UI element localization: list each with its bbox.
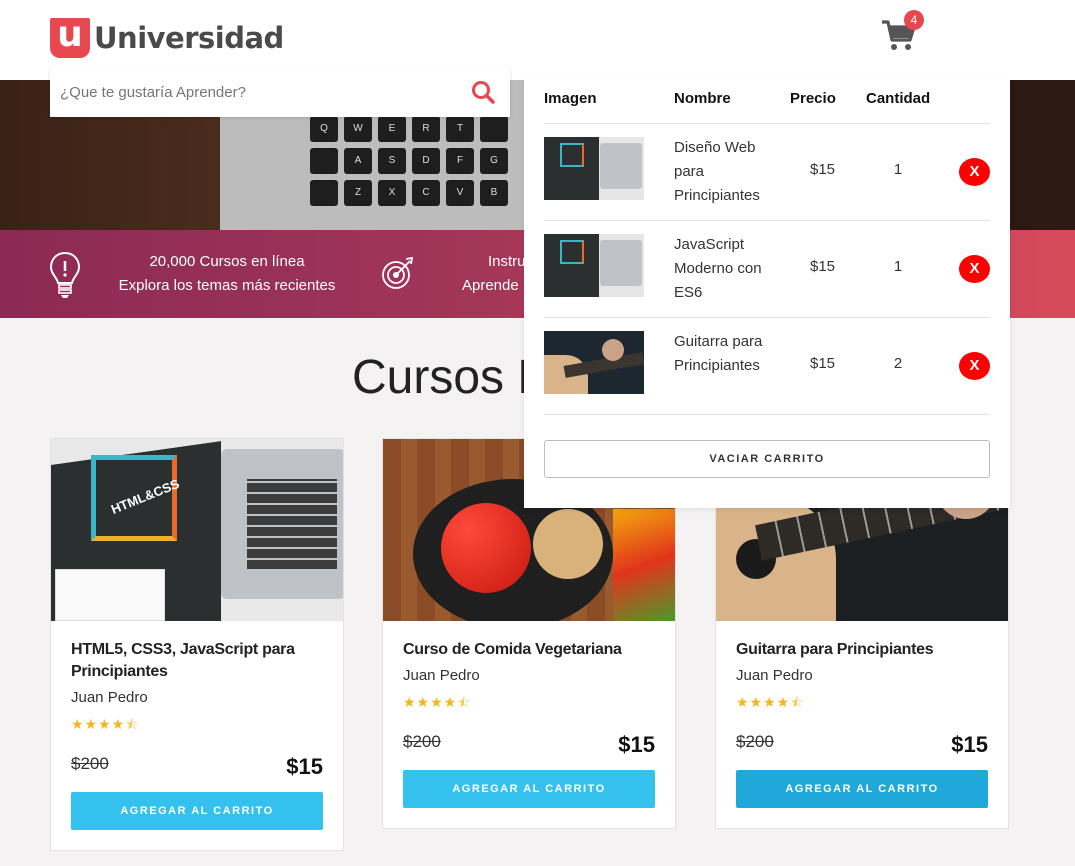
cart-table-header: Imagen Nombre Precio Cantidad (544, 80, 990, 124)
rating-stars: ★★★★⯪ (71, 716, 140, 732)
add-to-cart-button[interactable]: AGREGAR AL CARRITO (71, 792, 323, 830)
cart-item-quantity: 1 (893, 258, 903, 275)
course-image-html: HTML&CSS (51, 439, 343, 621)
search-icon[interactable] (470, 79, 496, 105)
old-price: $200 (736, 732, 774, 751)
info-instructors-title: Instru (488, 253, 526, 270)
old-price: $200 (403, 732, 441, 751)
keyboard-key: D (412, 148, 440, 174)
keyboard-key: E (378, 116, 406, 142)
header-image: Imagen (544, 90, 597, 107)
remove-item-button[interactable]: X (959, 352, 990, 380)
lightbulb-icon (49, 251, 81, 298)
cart-row: Diseño Web para Principiantes $15 1 X (544, 124, 990, 221)
info-courses: 20,000 Cursos en línea Explora los temas… (112, 250, 342, 298)
hero-edge (1010, 80, 1075, 230)
header-price: Precio (790, 90, 836, 107)
keyboard-key: R (412, 116, 440, 142)
rating-stars: ★★★★⯪ (736, 694, 805, 710)
empty-cart-button[interactable]: VACIAR CARRITO (544, 440, 990, 478)
search-input[interactable] (60, 79, 460, 105)
logo-mark: u (50, 17, 90, 58)
logo-text: Universidad (94, 21, 284, 55)
cart-count-badge: 4 (904, 10, 924, 30)
price: $15 (618, 732, 655, 757)
course-author: Juan Pedro (71, 689, 148, 706)
keyboard-key: T (446, 116, 474, 142)
course-title: Curso de Comida Vegetariana (403, 641, 622, 658)
info-instructors: Instru Aprende (462, 250, 526, 298)
keyboard-key: A (344, 148, 372, 174)
target-icon (382, 256, 414, 289)
cart-item-price: $15 (810, 161, 836, 178)
remove-item-button[interactable]: X (959, 158, 990, 186)
cart-dropdown: Imagen Nombre Precio Cantidad Diseño Web… (524, 80, 1010, 508)
old-price: $200 (71, 754, 109, 773)
course-author: Juan Pedro (736, 667, 813, 684)
course-title: HTML5, CSS3, JavaScript para Principiant… (71, 641, 295, 680)
cart-item-price: $15 (810, 355, 836, 372)
keyboard-key: Q (310, 116, 338, 142)
keyboard-key: G (480, 148, 508, 174)
cart-button[interactable]: 4 (880, 10, 924, 54)
cart-row: JavaScript Moderno con ES6 $15 1 X (544, 221, 990, 318)
keyboard-key: V (446, 180, 474, 206)
price: $15 (951, 732, 988, 757)
info-courses-title: 20,000 Cursos en línea (149, 253, 305, 270)
cart-item-name: Guitarra para Principiantes (674, 333, 763, 374)
info-courses-subtitle: Explora los temas más recientes (118, 277, 336, 294)
keyboard-key (310, 180, 338, 206)
section-title: Cursos P (352, 351, 550, 404)
logo[interactable]: u Universidad (50, 17, 284, 58)
add-to-cart-button[interactable]: AGREGAR AL CARRITO (736, 770, 988, 808)
cart-item-image (544, 137, 644, 200)
keyboard-key: B (480, 180, 508, 206)
cart-item-image (544, 234, 644, 297)
cart-row: Guitarra para Principiantes $15 2 X (544, 318, 990, 415)
cart-item-name: Diseño Web para Principiantes (674, 139, 760, 204)
keyboard-key: Z (344, 180, 372, 206)
course-author: Juan Pedro (403, 667, 480, 684)
cart-item-image (544, 331, 644, 394)
keyboard-key: S (378, 148, 406, 174)
price: $15 (286, 754, 323, 779)
info-instructors-subtitle: Aprende (462, 277, 519, 294)
cart-item-quantity: 1 (893, 161, 903, 178)
rating-stars: ★★★★⯪ (403, 694, 472, 710)
keyboard-key: C (412, 180, 440, 206)
course-title: Guitarra para Principiantes (736, 641, 934, 658)
course-card: HTML&CSS HTML5, CSS3, JavaScript para Pr… (50, 438, 344, 851)
cart-item-name: JavaScript Moderno con ES6 (674, 236, 762, 301)
keyboard-key: W (344, 116, 372, 142)
keyboard-key: F (446, 148, 474, 174)
remove-item-button[interactable]: X (959, 255, 990, 283)
header-quantity: Cantidad (866, 90, 931, 107)
cart-item-price: $15 (810, 258, 836, 275)
keyboard-key (480, 116, 508, 142)
cart-item-quantity: 2 (893, 355, 903, 372)
add-to-cart-button[interactable]: AGREGAR AL CARRITO (403, 770, 655, 808)
keyboard-image: QWERT ASDFG ZXCVB (310, 116, 508, 206)
keyboard-key: X (378, 180, 406, 206)
keyboard-key (310, 148, 338, 174)
search-box (50, 67, 510, 117)
header-name: Nombre (674, 90, 731, 107)
